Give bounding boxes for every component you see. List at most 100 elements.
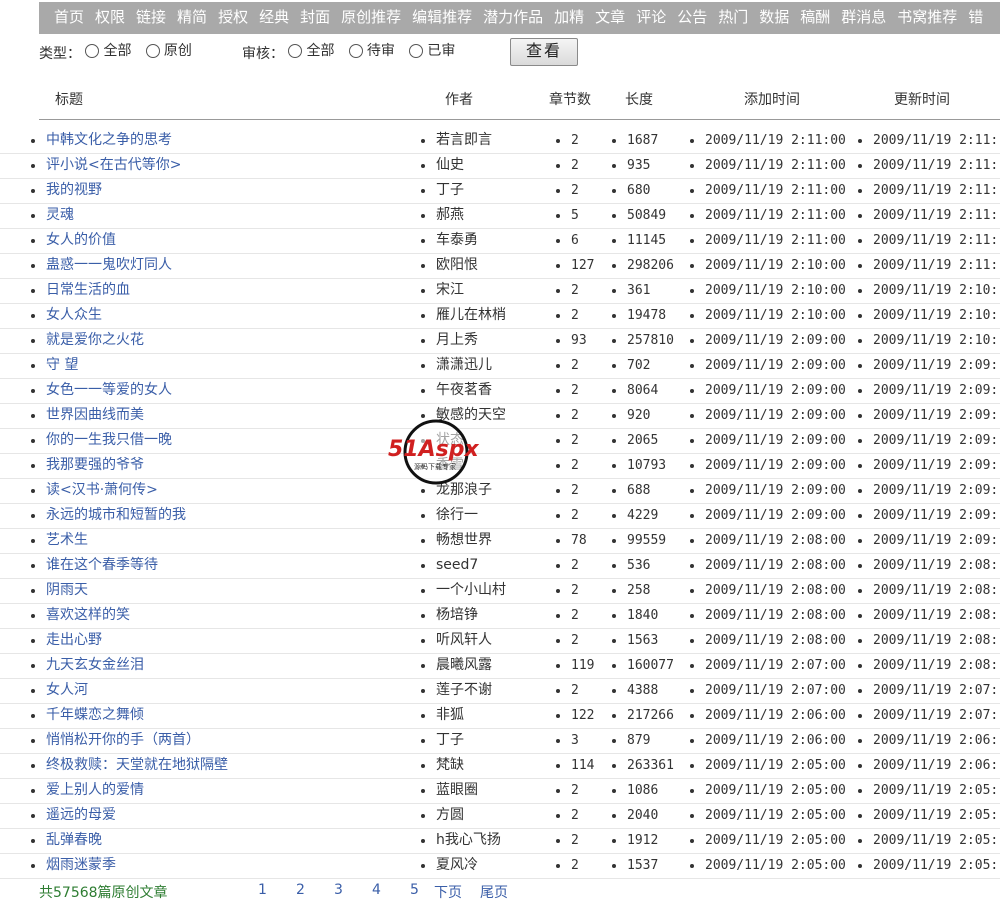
nav-link-5[interactable]: 经典 xyxy=(259,2,289,34)
nav-link-15[interactable]: 数据 xyxy=(759,2,789,34)
table-row: 读<汉书·萧何传> 龙那浪子 2 688 2009/11/19 2:09:00 2009/… xyxy=(0,479,1000,504)
article-title-link[interactable]: 终极救赎：天堂就在地狱隔壁 xyxy=(31,754,228,777)
header-updated-time[interactable]: 更新时间 xyxy=(894,89,950,111)
table-row: 中韩文化之争的思考 若言即言 2 1687 2009/11/19 2:11:00 2009… xyxy=(0,129,1000,154)
nav-link-8[interactable]: 编辑推荐 xyxy=(412,2,472,34)
nav-link-12[interactable]: 评论 xyxy=(636,2,666,34)
article-length: 1563 xyxy=(611,629,658,652)
page-link-5[interactable]: 5 xyxy=(410,882,419,898)
article-title-link[interactable]: 灵魂 xyxy=(31,204,74,227)
page-link-2[interactable]: 2 xyxy=(296,882,305,898)
updated-time: 2009/11/19 2:09: xyxy=(857,529,998,552)
table-row: 我的视野 丁子 2 680 2009/11/19 2:11:00 2009/11/19 2… xyxy=(0,179,1000,204)
article-title-link[interactable]: 蛊惑一一鬼吹灯同人 xyxy=(31,254,172,277)
nav-link-10[interactable]: 加精 xyxy=(554,2,584,34)
article-title-link[interactable]: 中韩文化之争的思考 xyxy=(31,129,172,152)
article-title-link[interactable]: 日常生活的血 xyxy=(31,279,130,302)
nav-link-11[interactable]: 文章 xyxy=(595,2,625,34)
nav-link-7[interactable]: 原创推荐 xyxy=(341,2,401,34)
article-title-link[interactable]: 悄悄松开你的手（两首） xyxy=(31,729,200,752)
article-title-link[interactable]: 走出心野 xyxy=(31,629,102,652)
table-row: 蛊惑一一鬼吹灯同人 欧阳恨 127 298206 2009/11/19 2:10:00 2… xyxy=(0,254,1000,279)
article-title-link[interactable]: 艺术生 xyxy=(31,529,88,552)
table-row: 走出心野 听风轩人 2 1563 2009/11/19 2:08:00 2009/11/1… xyxy=(0,629,1000,654)
article-length: 1086 xyxy=(611,779,658,802)
review-radio-all[interactable]: 全部 xyxy=(288,40,334,62)
view-button[interactable]: 查看 xyxy=(510,38,578,66)
page-link-1[interactable]: 1 xyxy=(258,882,267,898)
updated-time: 2009/11/19 2:07: xyxy=(857,679,998,702)
added-time: 2009/11/19 2:05:00 xyxy=(690,804,846,827)
chapter-count: 3 xyxy=(556,729,579,752)
article-title-link[interactable]: 千年蝶恋之舞倾 xyxy=(31,704,144,727)
radio-icon[interactable] xyxy=(348,44,363,58)
article-title-link[interactable]: 评小说<在古代等你> xyxy=(30,154,181,177)
radio-icon[interactable] xyxy=(85,44,100,58)
radio-icon[interactable] xyxy=(145,44,160,58)
nav-link-19[interactable]: 错 xyxy=(968,2,983,34)
author-name: 丁子 xyxy=(421,729,464,752)
chapter-count: 2 xyxy=(556,854,579,877)
article-length: 263361 xyxy=(612,754,674,777)
added-time: 2009/11/19 2:08:00 xyxy=(690,579,846,602)
nav-link-16[interactable]: 稿酬 xyxy=(800,2,830,34)
article-title-link[interactable]: 守 望 xyxy=(30,354,78,377)
article-title-link[interactable]: 你的一生我只借一晚 xyxy=(31,429,172,452)
type-radio-all[interactable]: 全部 xyxy=(85,40,131,62)
nav-link-0[interactable]: 首页 xyxy=(54,2,84,34)
article-title-link[interactable]: 我的视野 xyxy=(31,179,102,202)
article-title-link[interactable]: 女人河 xyxy=(31,679,88,702)
nav-link-13[interactable]: 公告 xyxy=(677,2,707,34)
nav-link-6[interactable]: 封面 xyxy=(300,2,330,34)
review-radio-pending[interactable]: 待审 xyxy=(348,40,395,62)
table-row: 遥远的母爱 方圆 2 2040 2009/11/19 2:05:00 2009/11/19… xyxy=(0,804,1000,829)
author-name: 状态 xyxy=(421,429,464,452)
article-title-link[interactable]: 我那要强的爷爷 xyxy=(31,454,144,477)
article-title-link[interactable]: 女色一一等爱的女人 xyxy=(31,379,172,402)
header-added-time[interactable]: 添加时间 xyxy=(744,89,800,111)
nav-link-9[interactable]: 潜力作品 xyxy=(483,2,543,34)
article-title-link[interactable]: 乱弹春晚 xyxy=(31,829,102,852)
article-title-link[interactable]: 谁在这个春季等待 xyxy=(31,554,158,577)
added-time: 2009/11/19 2:08:00 xyxy=(690,554,846,577)
type-radio-original[interactable]: 原创 xyxy=(145,40,192,62)
nav-link-1[interactable]: 权限 xyxy=(95,2,125,34)
last-page-link[interactable]: 尾页 xyxy=(480,882,508,902)
page-link-3[interactable]: 3 xyxy=(334,882,343,898)
page-link-4[interactable]: 4 xyxy=(372,882,381,898)
article-title-link[interactable]: 读<汉书·萧何传> xyxy=(31,479,158,502)
nav-link-3[interactable]: 精简 xyxy=(177,2,207,34)
header-chapters[interactable]: 章节数 xyxy=(549,89,591,111)
nav-link-2[interactable]: 链接 xyxy=(136,2,166,34)
added-time: 2009/11/19 2:11:00 xyxy=(690,204,846,227)
updated-time: 2009/11/19 2:10: xyxy=(857,304,998,327)
article-title-link[interactable]: 世界因曲线而美 xyxy=(31,404,144,427)
article-title-link[interactable]: 九天玄女金丝泪 xyxy=(31,654,144,677)
review-filter: 审核： 全部 待审 已审 xyxy=(242,40,465,65)
review-radio-reviewed[interactable]: 已审 xyxy=(409,40,455,62)
article-title-link[interactable]: 烟雨迷蒙季 xyxy=(31,854,116,877)
type-filter: 类型： 全部 原创 xyxy=(39,40,202,65)
header-length[interactable]: 长度 xyxy=(625,89,653,111)
radio-icon[interactable] xyxy=(288,44,303,58)
article-length: 99559 xyxy=(611,529,666,552)
next-page-link[interactable]: 下页 xyxy=(434,882,462,902)
header-author[interactable]: 作者 xyxy=(445,89,473,111)
nav-items: 首页 权限 链接 精简 授权 经典 封面 原创推荐 编辑推荐 潜力作品 加精 文章 评论 公告 热门 数据 稿酬… xyxy=(54,2,994,34)
article-title-link[interactable]: 女人的价值 xyxy=(31,229,116,252)
article-title-link[interactable]: 就是爱你之火花 xyxy=(31,329,144,352)
nav-link-4[interactable]: 授权 xyxy=(218,2,248,34)
header-title[interactable]: 标题 xyxy=(55,89,83,111)
added-time: 2009/11/19 2:09:00 xyxy=(690,479,846,502)
nav-link-17[interactable]: 群消息 xyxy=(841,2,886,34)
article-title-link[interactable]: 永远的城市和短暂的我 xyxy=(31,504,186,527)
radio-icon[interactable] xyxy=(409,44,424,58)
article-title-link[interactable]: 遥远的母爱 xyxy=(31,804,116,827)
article-title-link[interactable]: 爱上别人的爱情 xyxy=(31,779,144,802)
nav-link-18[interactable]: 书窝推荐 xyxy=(897,2,957,34)
article-title-link[interactable]: 女人众生 xyxy=(31,304,102,327)
nav-link-14[interactable]: 热门 xyxy=(718,2,748,34)
article-title-link[interactable]: 阴雨天 xyxy=(31,579,88,602)
article-title-link[interactable]: 喜欢这样的笑 xyxy=(31,604,130,627)
chapter-count: 114 xyxy=(555,754,594,777)
